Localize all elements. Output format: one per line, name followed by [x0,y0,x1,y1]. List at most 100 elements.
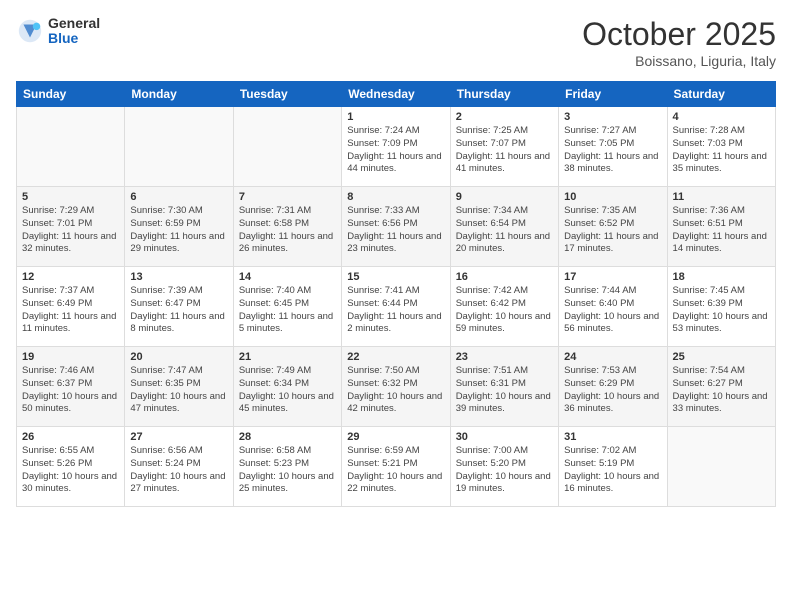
day-number: 7 [239,191,336,203]
day-info: Sunrise: 6:56 AM Sunset: 5:24 PM Dayligh… [130,445,227,496]
logo-blue-label: Blue [48,31,100,46]
calendar-cell: 25 Sunrise: 7:54 AM Sunset: 6:27 PM Dayli… [667,347,775,427]
weekday-header: Monday [125,82,233,107]
calendar-cell: 28 Sunrise: 6:58 AM Sunset: 5:23 PM Dayli… [233,427,341,507]
calendar-cell: 18Sunrise: 7:45 AM Sunset: 6:39 PM Dayli… [667,267,775,347]
calendar-cell [233,107,341,187]
day-number: 23 [456,351,553,363]
day-number: 9 [456,191,553,203]
calendar-cell: 16 Sunrise: 7:42 AM Sunset: 6:42 PM Dayli… [450,267,558,347]
calendar-week-row: 26 Sunrise: 6:55 AM Sunset: 5:26 PM Dayli… [17,427,776,507]
day-number: 5 [22,191,119,203]
calendar-cell: 4Sunrise: 7:28 AM Sunset: 7:03 PM Daylig… [667,107,775,187]
calendar-week-row: 1 Sunrise: 7:24 AM Sunset: 7:09 PM Daylig… [17,107,776,187]
calendar-cell: 19 Sunrise: 7:46 AM Sunset: 6:37 PM Dayli… [17,347,125,427]
day-number: 28 [239,431,336,443]
weekday-header: Tuesday [233,82,341,107]
calendar-cell [17,107,125,187]
calendar-cell: 13 Sunrise: 7:39 AM Sunset: 6:47 PM Dayli… [125,267,233,347]
day-number: 10 [564,191,661,203]
day-number: 14 [239,271,336,283]
weekday-header: Sunday [17,82,125,107]
day-info: Sunrise: 7:39 AM Sunset: 6:47 PM Dayligh… [130,285,227,336]
day-number: 8 [347,191,444,203]
day-number: 18 [673,271,770,283]
calendar-cell: 17Sunrise: 7:44 AM Sunset: 6:40 PM Dayli… [559,267,667,347]
day-info: Sunrise: 7:40 AM Sunset: 6:45 PM Dayligh… [239,285,336,336]
calendar-cell: 3Sunrise: 7:27 AM Sunset: 7:05 PM Daylig… [559,107,667,187]
calendar-week-row: 12 Sunrise: 7:37 AM Sunset: 6:49 PM Dayli… [17,267,776,347]
day-info: Sunrise: 7:49 AM Sunset: 6:34 PM Dayligh… [239,365,336,416]
day-number: 22 [347,351,444,363]
calendar-week-row: 19 Sunrise: 7:46 AM Sunset: 6:37 PM Dayli… [17,347,776,427]
calendar-cell: 9 Sunrise: 7:34 AM Sunset: 6:54 PM Daylig… [450,187,558,267]
calendar-cell: 5 Sunrise: 7:29 AM Sunset: 7:01 PM Daylig… [17,187,125,267]
day-number: 2 [456,111,553,123]
calendar-cell: 2Sunrise: 7:25 AM Sunset: 7:07 PM Daylig… [450,107,558,187]
calendar-table: SundayMondayTuesdayWednesdayThursdayFrid… [16,81,776,507]
calendar-cell [667,427,775,507]
day-number: 16 [456,271,553,283]
day-number: 3 [564,111,661,123]
day-number: 6 [130,191,227,203]
day-number: 21 [239,351,336,363]
day-info: Sunrise: 7:37 AM Sunset: 6:49 PM Dayligh… [22,285,119,336]
calendar-cell: 12 Sunrise: 7:37 AM Sunset: 6:49 PM Dayli… [17,267,125,347]
calendar-cell: 23 Sunrise: 7:51 AM Sunset: 6:31 PM Dayli… [450,347,558,427]
day-info: Sunrise: 7:24 AM Sunset: 7:09 PM Dayligh… [347,125,444,176]
day-info: Sunrise: 7:29 AM Sunset: 7:01 PM Dayligh… [22,205,119,256]
day-info: Sunrise: 7:34 AM Sunset: 6:54 PM Dayligh… [456,205,553,256]
day-info: Sunrise: 7:47 AM Sunset: 6:35 PM Dayligh… [130,365,227,416]
weekday-header: Wednesday [342,82,450,107]
day-info: Sunrise: 6:55 AM Sunset: 5:26 PM Dayligh… [22,445,119,496]
calendar-cell: 24Sunrise: 7:53 AM Sunset: 6:29 PM Dayli… [559,347,667,427]
weekday-header: Thursday [450,82,558,107]
calendar-cell: 6 Sunrise: 7:30 AM Sunset: 6:59 PM Daylig… [125,187,233,267]
day-info: Sunrise: 7:30 AM Sunset: 6:59 PM Dayligh… [130,205,227,256]
calendar-cell: 1 Sunrise: 7:24 AM Sunset: 7:09 PM Daylig… [342,107,450,187]
calendar-cell: 30Sunrise: 7:00 AM Sunset: 5:20 PM Dayli… [450,427,558,507]
calendar-cell: 15Sunrise: 7:41 AM Sunset: 6:44 PM Dayli… [342,267,450,347]
day-info: Sunrise: 7:54 AM Sunset: 6:27 PM Dayligh… [673,365,770,416]
day-number: 24 [564,351,661,363]
weekday-header: Saturday [667,82,775,107]
month-title: October 2025 [582,16,776,53]
calendar-cell: 20 Sunrise: 7:47 AM Sunset: 6:35 PM Dayli… [125,347,233,427]
calendar-cell [125,107,233,187]
day-number: 12 [22,271,119,283]
calendar-cell: 7 Sunrise: 7:31 AM Sunset: 6:58 PM Daylig… [233,187,341,267]
calendar-cell: 31Sunrise: 7:02 AM Sunset: 5:19 PM Dayli… [559,427,667,507]
day-number: 26 [22,431,119,443]
location-label: Boissano, Liguria, Italy [582,53,776,69]
day-number: 11 [673,191,770,203]
day-number: 13 [130,271,227,283]
day-info: Sunrise: 7:33 AM Sunset: 6:56 PM Dayligh… [347,205,444,256]
calendar-cell: 26 Sunrise: 6:55 AM Sunset: 5:26 PM Dayli… [17,427,125,507]
calendar-cell: 21 Sunrise: 7:49 AM Sunset: 6:34 PM Dayli… [233,347,341,427]
day-number: 31 [564,431,661,443]
day-number: 25 [673,351,770,363]
day-info: Sunrise: 7:00 AM Sunset: 5:20 PM Dayligh… [456,445,553,496]
title-block: October 2025 Boissano, Liguria, Italy [582,16,776,69]
calendar-week-row: 5 Sunrise: 7:29 AM Sunset: 7:01 PM Daylig… [17,187,776,267]
calendar-cell: 8 Sunrise: 7:33 AM Sunset: 6:56 PM Daylig… [342,187,450,267]
calendar-cell: 29Sunrise: 6:59 AM Sunset: 5:21 PM Dayli… [342,427,450,507]
day-info: Sunrise: 7:31 AM Sunset: 6:58 PM Dayligh… [239,205,336,256]
day-info: Sunrise: 7:41 AM Sunset: 6:44 PM Dayligh… [347,285,444,336]
weekday-header: Friday [559,82,667,107]
day-number: 20 [130,351,227,363]
day-info: Sunrise: 7:46 AM Sunset: 6:37 PM Dayligh… [22,365,119,416]
day-number: 17 [564,271,661,283]
logo-icon [16,17,44,45]
day-info: Sunrise: 6:58 AM Sunset: 5:23 PM Dayligh… [239,445,336,496]
day-number: 29 [347,431,444,443]
calendar-cell: 22Sunrise: 7:50 AM Sunset: 6:32 PM Dayli… [342,347,450,427]
day-info: Sunrise: 7:42 AM Sunset: 6:42 PM Dayligh… [456,285,553,336]
day-number: 27 [130,431,227,443]
day-info: Sunrise: 7:36 AM Sunset: 6:51 PM Dayligh… [673,205,770,256]
calendar-cell: 27 Sunrise: 6:56 AM Sunset: 5:24 PM Dayli… [125,427,233,507]
day-number: 19 [22,351,119,363]
day-number: 1 [347,111,444,123]
day-info: Sunrise: 7:51 AM Sunset: 6:31 PM Dayligh… [456,365,553,416]
calendar-cell: 14 Sunrise: 7:40 AM Sunset: 6:45 PM Dayli… [233,267,341,347]
